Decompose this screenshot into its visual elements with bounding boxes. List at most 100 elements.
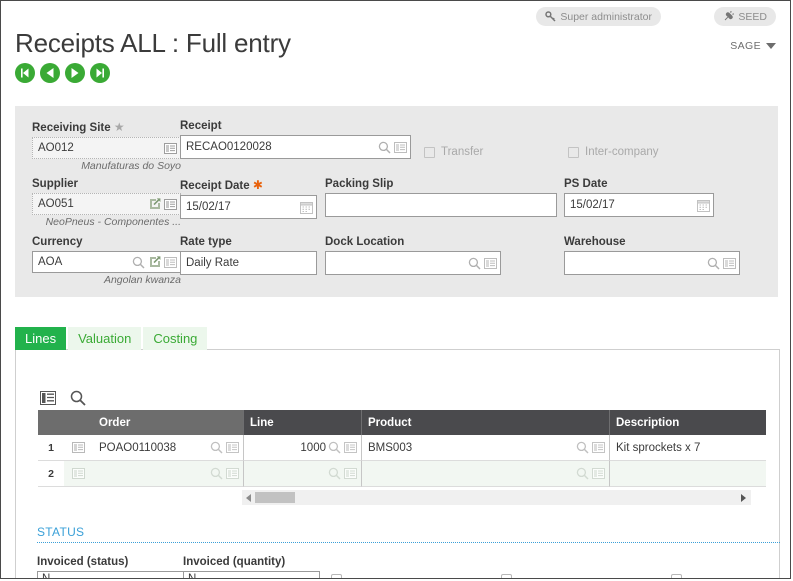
row-detail-button[interactable] [64, 461, 93, 487]
ps-date-input[interactable]: 15/02/17 [564, 193, 714, 217]
search-icon[interactable] [131, 255, 146, 270]
jump-to-icon[interactable] [147, 255, 162, 270]
lookup-list-icon[interactable] [591, 440, 606, 455]
scroll-left-arrow-icon[interactable] [246, 493, 251, 502]
search-icon[interactable] [575, 466, 590, 481]
cell-order[interactable] [93, 461, 243, 487]
search-icon[interactable] [209, 440, 224, 455]
scroll-thumb[interactable] [255, 492, 295, 503]
grid-header-product[interactable]: Product [361, 410, 609, 435]
cell-product-value: BMS003 [368, 441, 413, 454]
field-ps-date: PS Date 15/02/17 [564, 178, 714, 217]
cell-description[interactable]: Kit sprockets x 7 [609, 435, 766, 461]
receipt-date-input[interactable]: 15/02/17 [180, 195, 317, 219]
status-checkbox-3[interactable] [671, 574, 688, 578]
receiving-site-label: Receiving Site ★ [32, 120, 125, 134]
search-icon[interactable] [377, 140, 392, 155]
status-checkbox-1[interactable] [331, 574, 348, 578]
first-record-button[interactable] [15, 63, 35, 83]
currency-description: Angolan kwanza [103, 274, 181, 286]
ps-date-label: PS Date [564, 178, 608, 190]
checkbox-box [568, 146, 579, 158]
supplier-label: Supplier [32, 178, 79, 190]
search-icon[interactable] [209, 466, 224, 481]
lookup-list-icon[interactable] [483, 256, 498, 271]
optional-marker: ★ [113, 120, 125, 134]
currency-input[interactable]: AOA [32, 251, 181, 273]
previous-record-button[interactable] [40, 63, 60, 83]
status-checkbox-2[interactable] [501, 574, 518, 578]
cell-description[interactable] [609, 461, 766, 487]
lookup-list-icon[interactable] [591, 466, 606, 481]
search-icon[interactable] [467, 256, 482, 271]
row-detail-button[interactable] [64, 435, 93, 461]
dock-location-input[interactable] [325, 251, 501, 275]
grid-header-row: Order Line Product Description [38, 410, 766, 435]
field-warehouse: Warehouse [564, 236, 740, 275]
grid-search-icon[interactable] [70, 390, 86, 411]
grid-header-description[interactable]: Description [609, 410, 766, 435]
calendar-icon[interactable] [696, 198, 711, 213]
search-icon[interactable] [706, 256, 721, 271]
jump-to-icon[interactable] [147, 197, 162, 212]
lookup-list-icon[interactable] [722, 256, 737, 271]
application-window: Super administrator SEED SAGE Receipts A… [0, 0, 791, 579]
checkbox-inter-company[interactable]: Inter-company [568, 146, 659, 158]
cell-line[interactable]: 1000 [243, 435, 361, 461]
cell-order[interactable]: POAO0110038 [93, 435, 243, 461]
brand-menu[interactable]: SAGE [730, 40, 776, 52]
lookup-list-icon[interactable] [343, 440, 358, 455]
scroll-right-arrow-icon[interactable] [741, 493, 746, 502]
tab-costing[interactable]: Costing [143, 327, 208, 350]
search-icon[interactable] [575, 440, 590, 455]
receiving-site-input[interactable]: AO012 [32, 137, 181, 159]
receipt-label: Receipt [180, 120, 222, 132]
receipt-input[interactable]: RECAO0120028 [180, 135, 411, 159]
cell-product[interactable] [361, 461, 609, 487]
record-navigation [15, 63, 110, 83]
lines-panel: Order Line Product Description 1 POAO011… [15, 349, 780, 578]
next-record-button[interactable] [65, 63, 85, 83]
cell-line[interactable] [243, 461, 361, 487]
calendar-icon[interactable] [299, 200, 314, 215]
supplier-input[interactable]: AO051 [32, 193, 181, 215]
lookup-list-icon[interactable] [343, 466, 358, 481]
receipt-date-label: Receipt Date ✱ [180, 178, 263, 192]
lookup-list-icon[interactable] [163, 197, 178, 212]
field-packing-slip: Packing Slip [325, 178, 557, 217]
field-supplier: Supplier AO051 NeoPneus - Componentes ..… [32, 178, 181, 228]
grid-toolbar [40, 390, 86, 411]
table-row[interactable]: 1 POAO0110038 1000 BMS003 Kit sprockets … [38, 435, 766, 461]
warehouse-input[interactable] [564, 251, 740, 275]
grid-horizontal-scrollbar[interactable] [242, 490, 751, 505]
packing-slip-input[interactable] [325, 193, 557, 217]
cell-product[interactable]: BMS003 [361, 435, 609, 461]
search-icon[interactable] [327, 466, 342, 481]
invoiced-status-input[interactable]: N [37, 571, 186, 578]
field-receipt-date: Receipt Date ✱ 15/02/17 [180, 178, 317, 219]
lookup-list-icon[interactable] [225, 466, 240, 481]
table-row[interactable]: 2 [38, 461, 766, 487]
grid-header-line[interactable]: Line [243, 410, 361, 435]
user-badge[interactable]: Super administrator [536, 7, 661, 26]
tab-lines[interactable]: Lines [15, 327, 67, 350]
lookup-list-icon[interactable] [393, 140, 408, 155]
tab-valuation[interactable]: Valuation [68, 327, 142, 350]
chevron-down-icon [766, 43, 776, 49]
search-icon[interactable] [327, 440, 342, 455]
key-icon [545, 11, 556, 22]
lookup-list-icon[interactable] [163, 255, 178, 270]
invoiced-quantity-input[interactable]: N [183, 571, 320, 578]
ps-date-value: 15/02/17 [570, 199, 615, 211]
rate-type-input[interactable]: Daily Rate [180, 251, 317, 275]
last-record-button[interactable] [90, 63, 110, 83]
checkbox-transfer[interactable]: Transfer [424, 146, 483, 158]
row-number: 2 [38, 461, 64, 487]
rate-type-value: Daily Rate [186, 257, 240, 269]
lookup-list-icon[interactable] [163, 141, 178, 156]
supplier-value: AO051 [38, 198, 74, 210]
lookup-list-icon[interactable] [225, 440, 240, 455]
grid-header-order[interactable]: Order [93, 410, 243, 435]
grid-options-icon[interactable] [40, 391, 56, 410]
folder-badge[interactable]: SEED [714, 7, 776, 26]
